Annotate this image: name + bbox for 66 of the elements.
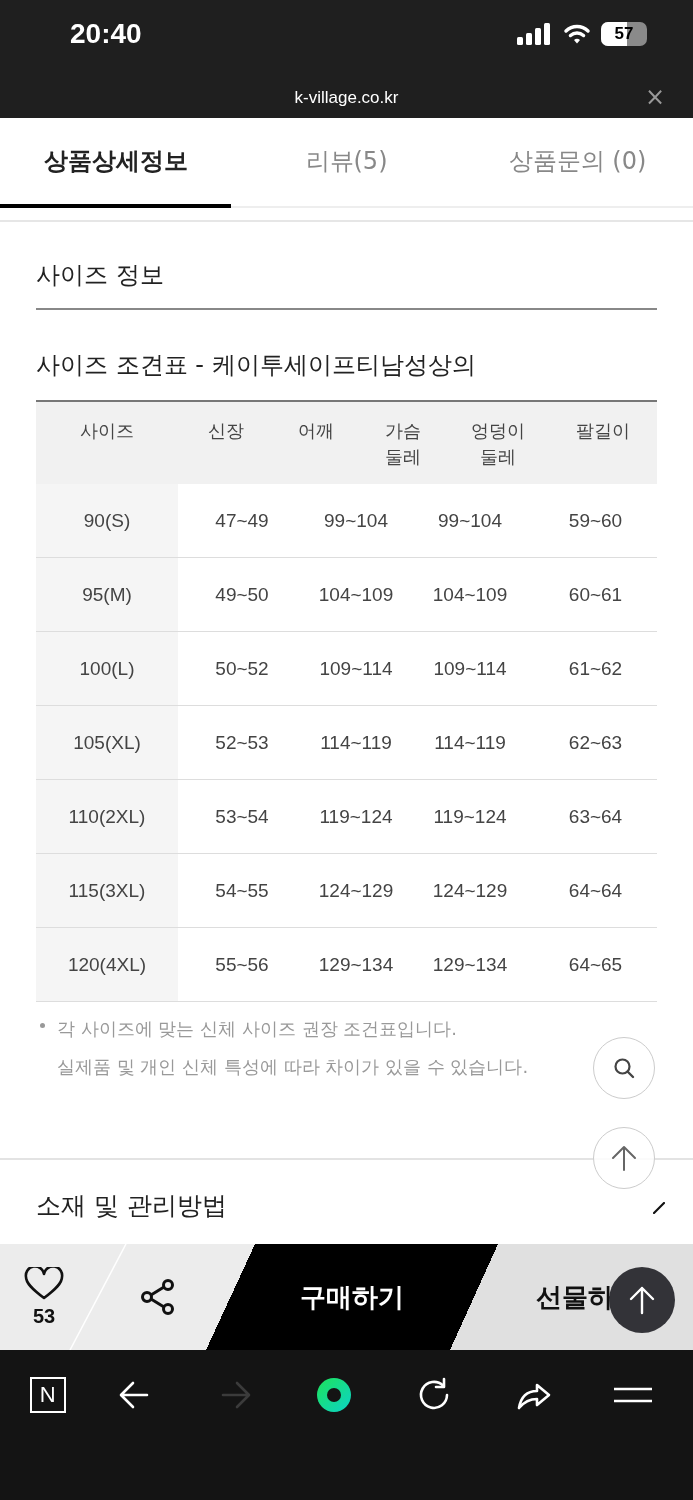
ring-icon[interactable] bbox=[316, 1377, 353, 1413]
table-cell-text: 124~129 bbox=[317, 879, 395, 902]
tab[interactable]: 상품상세정보 bbox=[0, 118, 231, 208]
table-cell-text: 47~49 bbox=[214, 509, 270, 532]
column-header: 신장 bbox=[207, 419, 245, 443]
table-cell-text: 53~54 bbox=[214, 805, 270, 828]
table-cell: 110(2XL) bbox=[36, 780, 178, 853]
column-header: 팔길이 bbox=[574, 419, 631, 443]
table-cell: 100(L) bbox=[36, 632, 178, 705]
signal-icon bbox=[517, 23, 553, 45]
bullet-dot bbox=[40, 1022, 45, 1028]
table-cell-text: 129~134 bbox=[317, 953, 395, 976]
table-cell-text: 54~55 bbox=[214, 879, 270, 902]
table-cell-text: 119~124 bbox=[432, 805, 508, 828]
table-cell-text: 64~64 bbox=[567, 879, 624, 902]
table-cell-text: 55~56 bbox=[214, 953, 270, 976]
search-icon bbox=[612, 1056, 636, 1080]
close-button[interactable]: × bbox=[644, 84, 665, 110]
table-cell-text: 52~53 bbox=[214, 731, 270, 754]
tab[interactable]: 리뷰(5) bbox=[231, 118, 462, 208]
heart-icon bbox=[24, 1266, 64, 1301]
table-cell-text: 61~62 bbox=[567, 657, 624, 680]
naver-button[interactable]: N bbox=[29, 1377, 66, 1413]
chevron-icon bbox=[653, 1202, 665, 1214]
tab[interactable]: 상품문의 (0) bbox=[462, 118, 693, 208]
table-cell-text: 63~64 bbox=[567, 805, 624, 828]
table-cell: 105(XL) bbox=[36, 706, 178, 779]
table-title: 사이즈 조견표 - 케이투세이프티남성상의 bbox=[36, 350, 477, 381]
table-cell-text: 49~50 bbox=[214, 583, 270, 606]
column-header: 어깨 bbox=[297, 419, 335, 443]
table-cell-text: 129~134 bbox=[431, 953, 509, 976]
table-cell-text: 62~63 bbox=[567, 731, 624, 754]
table-cell-text: 109~114 bbox=[318, 657, 394, 680]
table-cell-text: 119~124 bbox=[318, 805, 394, 828]
table-cell-text: 59~60 bbox=[567, 509, 624, 532]
column-header: 엉덩이 둘레 bbox=[470, 419, 526, 469]
clock-time: 20:40 bbox=[70, 18, 142, 50]
table-cell-text: 104~109 bbox=[317, 583, 395, 606]
arrow-up-icon bbox=[628, 1285, 656, 1315]
wifi-icon bbox=[563, 23, 591, 45]
like-button[interactable]: 53 bbox=[0, 1244, 88, 1350]
buy-button[interactable]: 구매하기 bbox=[206, 1244, 498, 1350]
table-cell-text: 109~114 bbox=[432, 657, 508, 680]
table-cell-text: 114~119 bbox=[433, 731, 507, 754]
section-heading[interactable]: 소재 및 관리방법 bbox=[36, 1188, 227, 1222]
note-text: 실제품 및 개인 신체 특성에 따라 차이가 있을 수 있습니다. bbox=[57, 1055, 529, 1079]
share-icon bbox=[139, 1278, 177, 1316]
table-cell-text: 50~52 bbox=[214, 657, 270, 680]
column-header: 사이즈 bbox=[79, 419, 135, 443]
arrow-up-icon bbox=[610, 1144, 638, 1172]
table-cell: 95(M) bbox=[36, 558, 178, 631]
column-header: 가슴 둘레 bbox=[384, 419, 422, 469]
battery-icon: 57 bbox=[601, 22, 647, 46]
url-text: k-village.co.kr bbox=[294, 88, 399, 108]
table-cell-text: 99~104 bbox=[323, 509, 389, 532]
table-cell: 115(3XL) bbox=[36, 854, 178, 927]
note-text: 각 사이즈에 맞는 신체 사이즈 권장 조건표입니다. bbox=[57, 1017, 458, 1041]
table-cell-text: 104~109 bbox=[431, 583, 509, 606]
table-cell: 120(4XL) bbox=[36, 928, 178, 1001]
table-cell-text: 114~119 bbox=[319, 731, 393, 754]
section-heading: 사이즈 정보 bbox=[36, 222, 657, 310]
table-cell-text: 64~65 bbox=[567, 953, 624, 976]
table-cell-text: 99~104 bbox=[437, 509, 503, 532]
table-cell-text: 60~61 bbox=[567, 583, 624, 606]
table-cell-text: 124~129 bbox=[431, 879, 509, 902]
table-cell: 90(S) bbox=[36, 484, 178, 557]
